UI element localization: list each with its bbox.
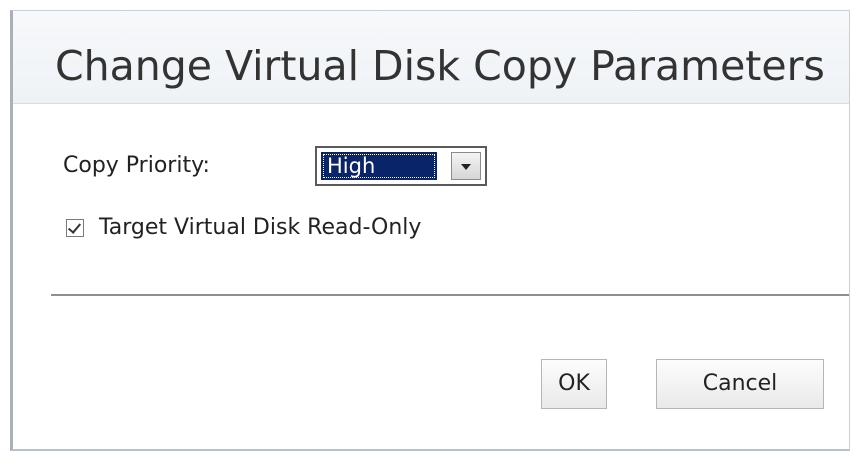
copy-priority-selected-value[interactable]: High bbox=[321, 152, 437, 180]
dialog-title-bar: Change Virtual Disk Copy Parameters bbox=[13, 11, 849, 104]
page-background: Change Virtual Disk Copy Parameters Copy… bbox=[0, 0, 865, 465]
ok-button[interactable]: OK bbox=[541, 359, 607, 409]
target-read-only-checkbox[interactable] bbox=[66, 219, 84, 237]
copy-priority-select[interactable]: High bbox=[315, 146, 487, 186]
dialog: Change Virtual Disk Copy Parameters Copy… bbox=[10, 10, 850, 451]
divider bbox=[51, 294, 849, 296]
chevron-down-icon[interactable] bbox=[451, 152, 481, 180]
dialog-title: Change Virtual Disk Copy Parameters bbox=[55, 42, 825, 90]
cancel-button[interactable]: Cancel bbox=[656, 359, 824, 409]
copy-priority-label: Copy Priority: bbox=[63, 153, 210, 178]
target-read-only-label[interactable]: Target Virtual Disk Read-Only bbox=[99, 215, 421, 240]
